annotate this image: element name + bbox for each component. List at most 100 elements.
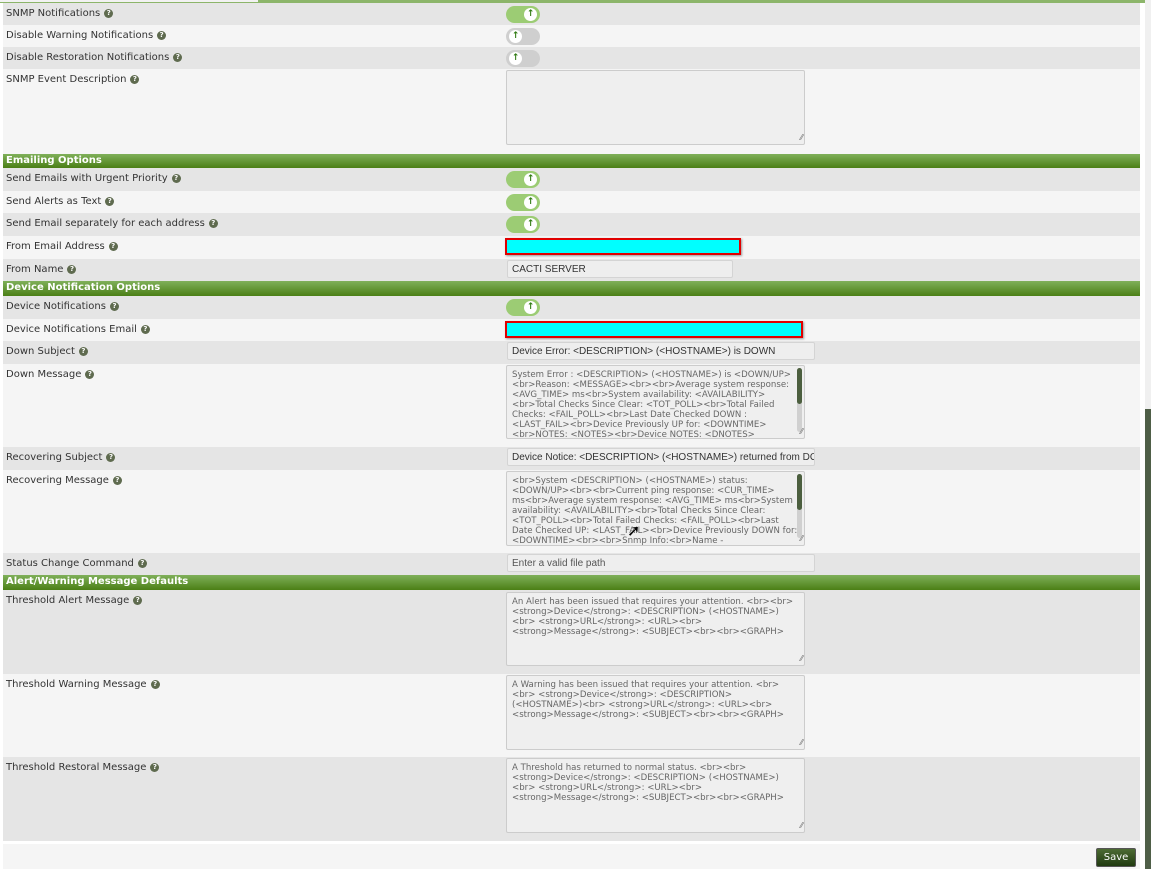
field-label: Recovering Message? [6, 475, 122, 486]
label-text: Down Message [6, 369, 82, 380]
resize-handle-icon[interactable]: ⁄⁄ [800, 427, 803, 437]
textarea-scrollbar[interactable] [797, 368, 802, 432]
label-text: Down Subject [6, 346, 75, 357]
resize-handle-icon[interactable]: ⁄⁄ [800, 738, 803, 748]
help-icon[interactable]: ? [150, 762, 160, 772]
send-email-separately-for-each-address-toggle[interactable]: ↑ [506, 216, 540, 233]
recovering-message-textarea[interactable]: <br>System <DESCRIPTION> (<HOSTNAME>) st… [506, 471, 805, 546]
input-value: CACTI SERVER [512, 264, 586, 275]
help-icon[interactable]: ? [140, 324, 150, 334]
toggle-knob-icon: ↑ [509, 30, 522, 43]
form-row: Device Notifications Email? [3, 319, 1140, 341]
label-text: From Name [6, 264, 64, 275]
toggle-knob-icon: ↑ [524, 196, 537, 209]
field-label: Device Notifications Email? [6, 324, 150, 335]
label-text: From Email Address [6, 241, 105, 252]
field-label: Threshold Warning Message? [6, 679, 160, 690]
help-icon[interactable]: ? [105, 196, 115, 206]
label-text: Disable Warning Notifications [6, 30, 154, 41]
form-row: From Name? CACTI SERVER [3, 259, 1140, 281]
help-icon[interactable]: ? [137, 558, 147, 568]
field-label: Device Notifications? [6, 301, 119, 312]
send-emails-with-urgent-priority-toggle[interactable]: ↑ [506, 171, 540, 188]
field-label: Send Email separately for each address? [6, 218, 218, 229]
snmp-notifications-toggle[interactable]: ↑ [506, 6, 540, 23]
help-icon[interactable]: ? [67, 264, 77, 274]
help-icon[interactable]: ? [85, 369, 95, 379]
toggle-knob-icon: ↑ [524, 173, 537, 186]
field-label: Down Message? [6, 369, 95, 380]
input-placeholder: Enter a valid file path [512, 558, 606, 569]
resize-handle-icon[interactable]: ⁄⁄ [800, 654, 803, 664]
form-row: Threshold Restoral Message? A Threshold h… [3, 757, 1140, 841]
toggle-knob-icon: ↑ [509, 52, 522, 65]
help-icon[interactable]: ? [133, 595, 143, 605]
help-icon[interactable]: ? [104, 8, 114, 18]
field-label: Threshold Alert Message? [6, 595, 143, 606]
textarea-scrollbar[interactable] [797, 474, 802, 538]
textarea-value: System Error : <DESCRIPTION> (<HOSTNAME>… [512, 370, 791, 439]
threshold-alert-message-textarea[interactable]: An Alert has been issued that requires y… [506, 592, 805, 666]
label-text: Device Notifications Email [6, 324, 137, 335]
disable-restoration-notifications-toggle[interactable]: ↑ [506, 50, 540, 67]
label-text: Send Emails with Urgent Priority [6, 173, 168, 184]
help-icon[interactable]: ? [171, 173, 181, 183]
help-icon[interactable]: ? [157, 30, 167, 40]
form-row: Send Email separately for each address? ↑ [3, 213, 1140, 236]
field-label: Status Change Command? [6, 558, 147, 569]
save-button[interactable]: Save [1096, 848, 1136, 867]
help-icon[interactable]: ? [173, 52, 183, 62]
help-icon[interactable]: ? [150, 679, 160, 689]
label-text: SNMP Notifications [6, 8, 101, 19]
send-alerts-as-text-toggle[interactable]: ↑ [506, 194, 540, 211]
help-icon[interactable]: ? [108, 241, 118, 251]
help-icon[interactable]: ? [112, 475, 122, 485]
label-text: Recovering Subject [6, 452, 103, 463]
field-label: Send Emails with Urgent Priority? [6, 173, 181, 184]
label-text: Device Notifications [6, 301, 106, 312]
label-text: Threshold Restoral Message [6, 762, 147, 773]
resize-handle-icon[interactable]: ⁄⁄ [800, 534, 803, 544]
form-row: Disable Restoration Notifications? ↑ [3, 47, 1140, 69]
toggle-knob-icon: ↑ [524, 8, 537, 21]
from-name-input[interactable]: CACTI SERVER [507, 260, 733, 278]
field-label: Threshold Restoral Message? [6, 762, 160, 773]
form-row: Recovering Subject? Device Notice: <DESCR… [3, 447, 1140, 470]
threshold-warning-message-textarea[interactable]: A Warning has been issued that requires … [506, 675, 805, 750]
help-icon[interactable]: ? [106, 452, 116, 462]
scrollbar-thumb[interactable] [1145, 409, 1151, 869]
help-icon[interactable]: ? [130, 74, 140, 84]
field-label: Recovering Subject? [6, 452, 116, 463]
snmp-event-description-textarea[interactable]: ⁄⁄ [506, 70, 805, 145]
help-icon[interactable]: ? [208, 218, 218, 228]
device-notifications-email-input[interactable] [505, 321, 803, 338]
field-label: Disable Restoration Notifications? [6, 52, 183, 63]
scrollbar[interactable] [1145, 0, 1151, 869]
label-text: Disable Restoration Notifications [6, 52, 170, 63]
top-tab [0, 0, 258, 2]
textarea-value: <br>System <DESCRIPTION> (<HOSTNAME>) st… [512, 476, 798, 546]
down-message-textarea[interactable]: System Error : <DESCRIPTION> (<HOSTNAME>… [506, 365, 805, 439]
field-label: SNMP Notifications? [6, 8, 114, 19]
down-subject-input[interactable]: Device Error: <DESCRIPTION> (<HOSTNAME>)… [507, 342, 815, 360]
from-email-address-input[interactable] [505, 238, 741, 255]
form-row: Threshold Alert Message? An Alert has bee… [3, 590, 1140, 674]
status-change-command-input[interactable]: Enter a valid file path [507, 554, 815, 572]
textarea-value: An Alert has been issued that requires y… [512, 597, 794, 637]
field-label: Down Subject? [6, 346, 88, 357]
resize-handle-icon[interactable]: ⁄⁄ [800, 821, 803, 831]
form-row: From Email Address? [3, 236, 1140, 259]
help-icon[interactable]: ? [109, 301, 119, 311]
disable-warning-notifications-toggle[interactable]: ↑ [506, 28, 540, 45]
recovering-subject-input[interactable]: Device Notice: <DESCRIPTION> (<HOSTNAME>… [507, 448, 815, 466]
help-icon[interactable]: ? [78, 346, 88, 356]
device-notifications-toggle[interactable]: ↑ [506, 299, 540, 316]
resize-handle-icon[interactable]: ⁄⁄ [800, 133, 803, 143]
form-row: Recovering Message? <br>System <DESCRIPTI… [3, 470, 1140, 553]
threshold-restoral-message-textarea[interactable]: A Threshold has returned to normal statu… [506, 758, 805, 833]
form-row: Send Alerts as Text? ↑ [3, 191, 1140, 213]
field-label: Disable Warning Notifications? [6, 30, 167, 41]
label-text: Status Change Command [6, 558, 134, 569]
label-text: Recovering Message [6, 475, 109, 486]
label-text: Send Alerts as Text [6, 196, 102, 207]
